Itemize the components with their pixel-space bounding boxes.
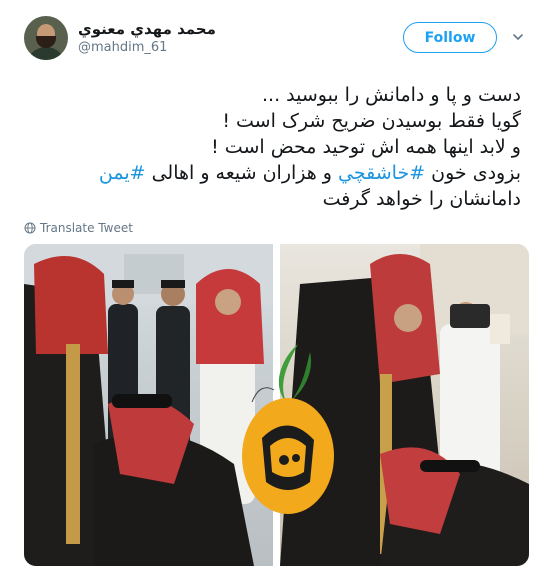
- translate-label: Translate Tweet: [40, 221, 133, 235]
- tweet-line-4: بزودی خون #خاشقچي و هزاران شیعه و اهالی …: [41, 160, 521, 186]
- watermark-logo: [242, 344, 334, 514]
- tweet-line-4-start: بزودی خون: [425, 162, 521, 184]
- hashtag-link[interactable]: #یمن: [99, 162, 146, 184]
- tweet-line-4-middle: و هزاران شیعه و اهالی: [145, 162, 339, 184]
- tweet-line-2: گویا فقط بوسیدن ضریح شرک است !: [222, 110, 521, 132]
- tweet-card: محمد مهدي معنوي @mahdim_61 Follow دست و …: [0, 0, 545, 571]
- user-handle[interactable]: @mahdim_61: [78, 40, 167, 55]
- chevron-down-icon[interactable]: [511, 30, 525, 44]
- tweet-line-5: دامانشان را خواهد گرفت: [322, 188, 521, 210]
- translate-tweet-link[interactable]: Translate Tweet: [24, 221, 133, 235]
- display-name[interactable]: محمد مهدي معنوي: [78, 20, 216, 38]
- photo-left-scene: [24, 244, 273, 566]
- follow-button[interactable]: Follow: [403, 22, 497, 53]
- globe-icon: [24, 222, 36, 234]
- avatar[interactable]: [24, 16, 68, 60]
- tweet-line-1: دست و پا و دامانش را ببوسید ...: [262, 84, 521, 106]
- tweet-text: دست و پا و دامانش را ببوسید ... گویا فقط…: [41, 82, 521, 212]
- hashtag-link[interactable]: #خاشقچي: [338, 162, 425, 184]
- photo-left[interactable]: [24, 244, 273, 566]
- tweet-line-3: و لابد اینها همه اش توحید محض است !: [211, 136, 521, 158]
